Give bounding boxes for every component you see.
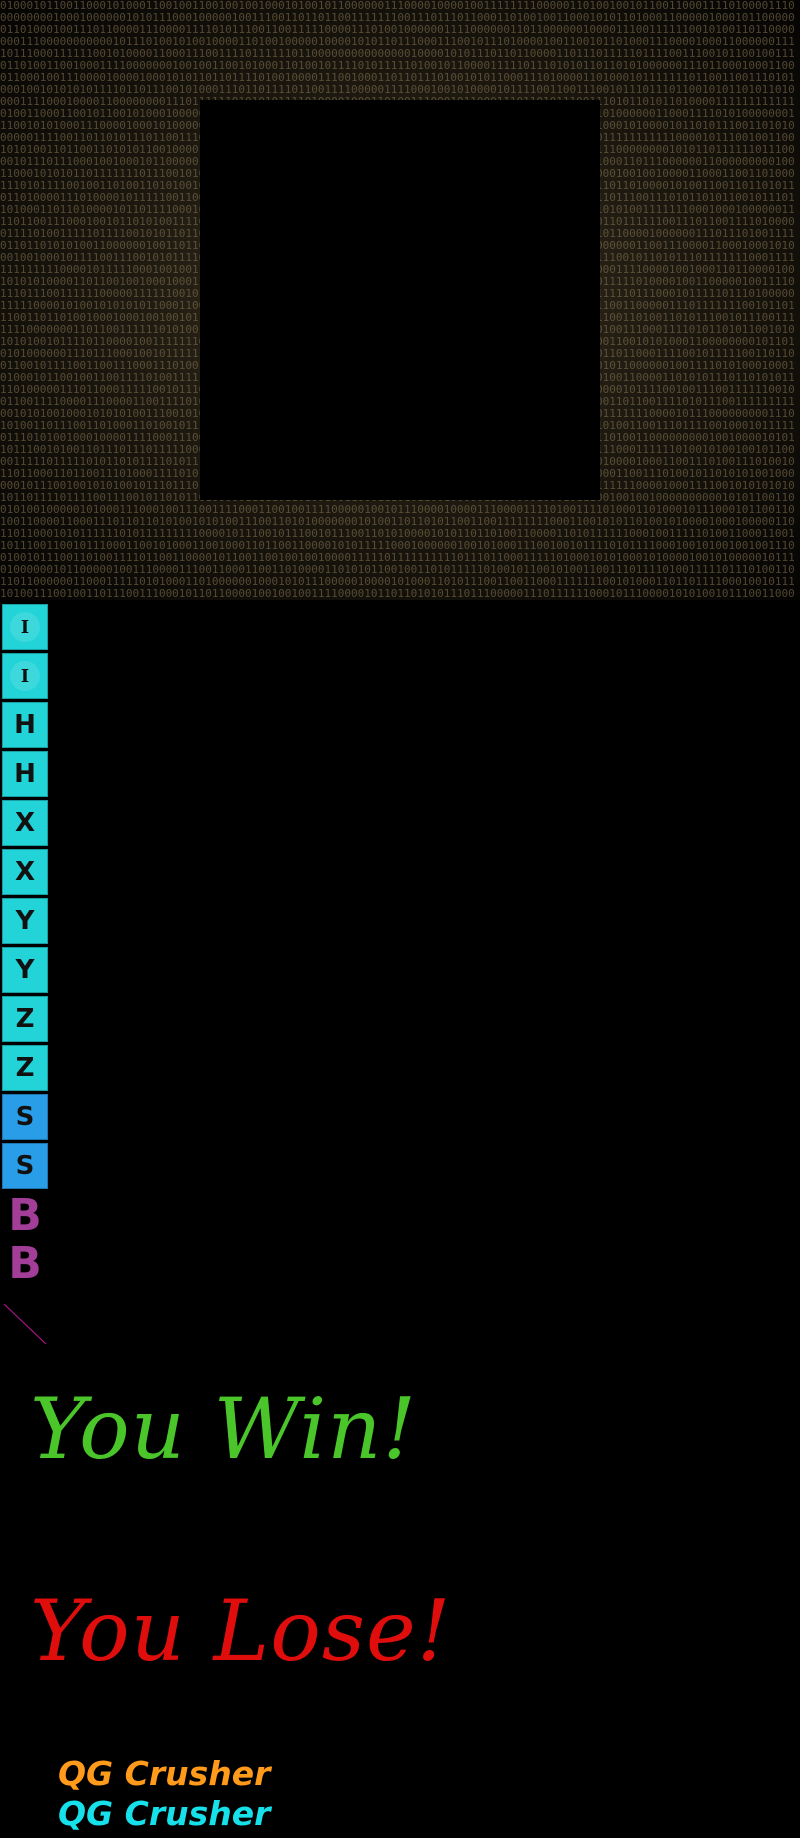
s-piece-icon: S [2, 1094, 48, 1140]
piece-label: Y [15, 906, 35, 936]
lose-message: You Lose! [30, 1582, 452, 1680]
x-piece-icon: X [2, 800, 48, 846]
binary-background: 0100010110011000101000110010011001001001… [0, 0, 800, 600]
y-piece-icon: Y [2, 947, 48, 993]
piece-label: Y [15, 955, 35, 985]
i-piece-icon: I [2, 653, 48, 699]
pointer-line-icon [3, 1303, 47, 1345]
win-message: You Win! [30, 1380, 418, 1478]
pointer-line-stroke [3, 1303, 47, 1345]
piece-label: H [14, 710, 36, 740]
piece-label: I [10, 612, 40, 642]
i-piece-icon: I [2, 604, 48, 650]
h-piece-icon: H [2, 702, 48, 748]
piece-label: I [10, 661, 40, 691]
bomb-icon: B [8, 1189, 42, 1241]
piece-label: X [14, 857, 36, 887]
x-piece-icon: X [2, 849, 48, 895]
piece-label: H [14, 759, 36, 789]
z-piece-icon: Z [2, 996, 48, 1042]
piece-label: X [14, 808, 36, 838]
game-logo-orange: QG Crusher [58, 1754, 271, 1793]
bomb-icon: B [8, 1237, 42, 1289]
game-board[interactable] [200, 100, 600, 500]
y-piece-icon: Y [2, 898, 48, 944]
game-logo-cyan: QG Crusher [58, 1794, 271, 1833]
piece-label: Z [15, 1053, 35, 1083]
piece-label: S [15, 1102, 35, 1132]
piece-label: Z [15, 1004, 35, 1034]
z-piece-icon: Z [2, 1045, 48, 1091]
s-piece-icon: S [2, 1143, 48, 1189]
piece-label: S [15, 1151, 35, 1181]
h-piece-icon: H [2, 751, 48, 797]
piece-sprite-column: I I H H X X Y Y Z Z S S B B [0, 604, 50, 1289]
